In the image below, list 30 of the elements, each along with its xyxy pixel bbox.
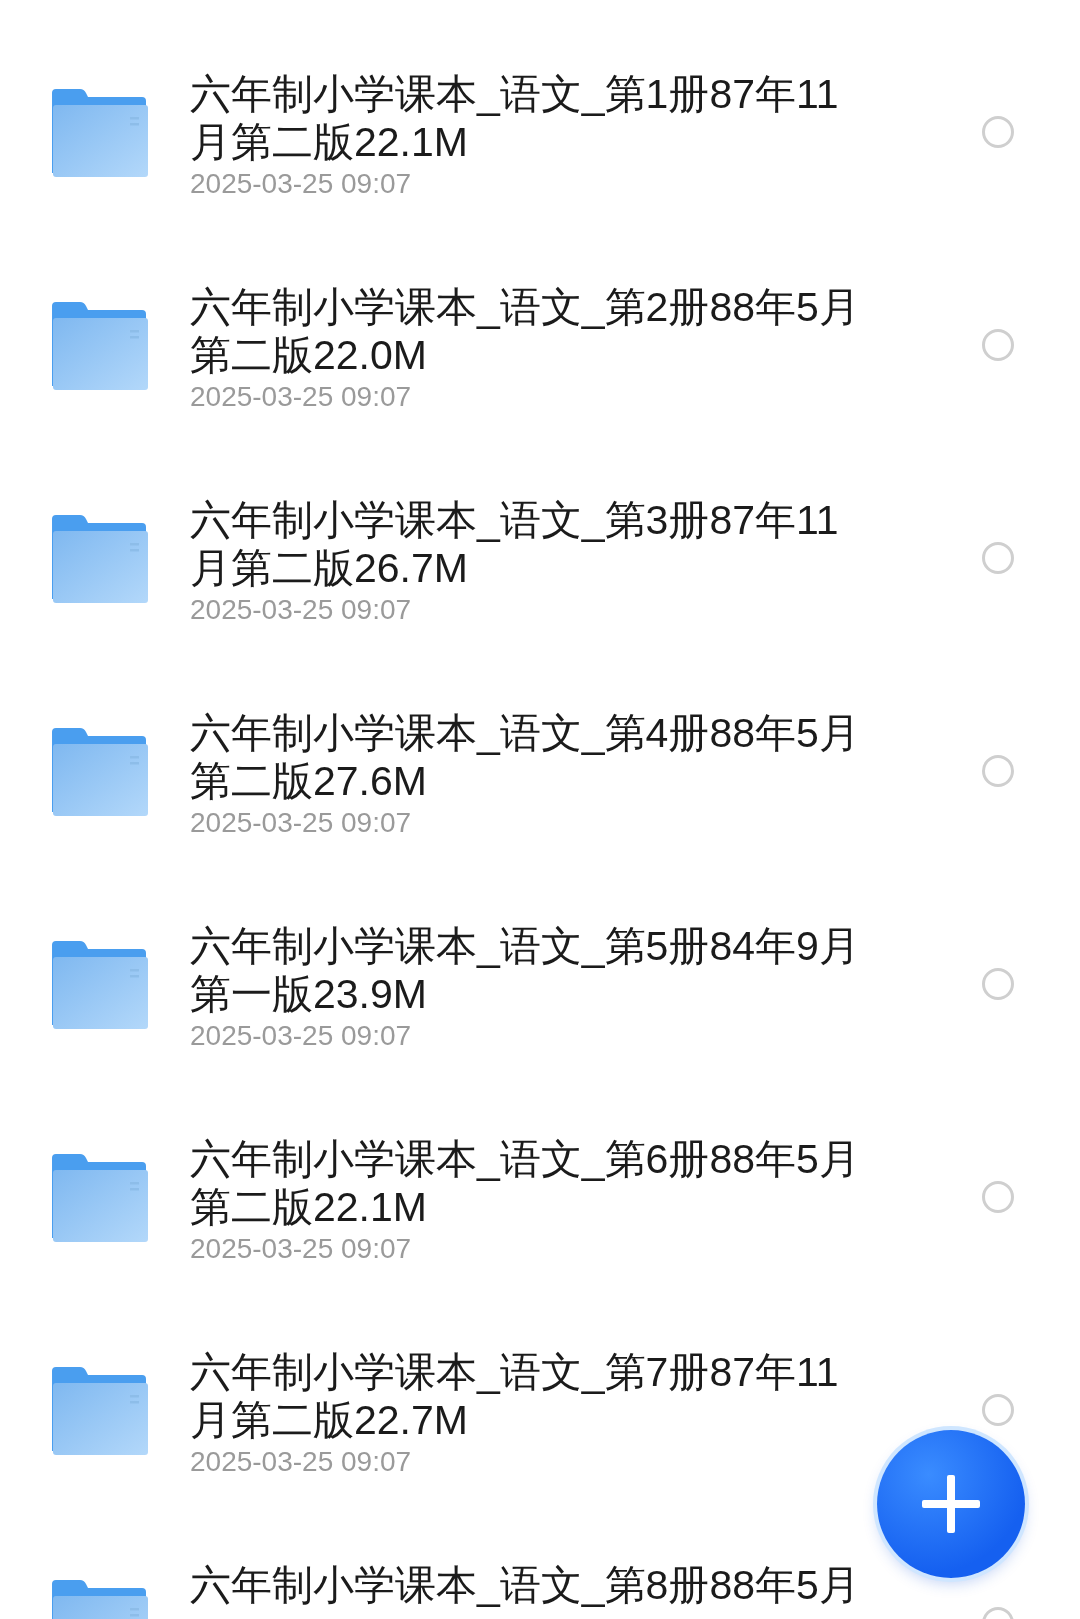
select-radio[interactable] xyxy=(982,329,1014,361)
file-name: 六年制小学课本_语文_第6册88年5月第二版22.1M xyxy=(190,1135,861,1231)
file-name: 六年制小学课本_语文_第3册87年11月第二版26.7M xyxy=(190,496,840,592)
folder-icon xyxy=(50,515,148,605)
select-radio[interactable] xyxy=(982,1181,1014,1213)
select-radio[interactable] xyxy=(982,755,1014,787)
folder-icon xyxy=(50,728,148,818)
select-radio[interactable] xyxy=(982,542,1014,574)
file-date: 2025-03-25 09:07 xyxy=(190,167,413,201)
file-date: 2025-03-25 09:07 xyxy=(190,593,413,627)
file-name: 六年制小学课本_语文_第1册87年11月第二版22.1M xyxy=(190,70,840,166)
file-name: 六年制小学课本_语文_第4册88年5月第二版27.6M xyxy=(190,709,861,805)
select-radio[interactable] xyxy=(982,1394,1014,1426)
file-name: 六年制小学课本_语文_第7册87年11月第二版22.7M xyxy=(190,1348,840,1444)
file-date: 2025-03-25 09:07 xyxy=(190,1232,413,1266)
folder-icon xyxy=(50,302,148,392)
folder-icon xyxy=(50,1154,148,1244)
file-name: 六年制小学课本_语文_第2册88年5月第二版22.0M xyxy=(190,283,861,379)
select-radio[interactable] xyxy=(982,968,1014,1000)
plus-icon xyxy=(922,1475,980,1533)
folder-icon xyxy=(50,941,148,1031)
select-radio[interactable] xyxy=(982,116,1014,148)
folder-icon xyxy=(50,89,148,179)
file-date: 2025-03-25 09:07 xyxy=(190,1445,413,1479)
file-date: 2025-03-25 09:07 xyxy=(190,1019,413,1053)
folder-icon xyxy=(50,1367,148,1457)
file-date: 2025-03-25 09:07 xyxy=(190,806,413,840)
file-name: 六年制小学课本_语文_第8册88年5月 xyxy=(190,1561,861,1609)
file-date: 2025-03-25 09:07 xyxy=(190,380,413,414)
file-name: 六年制小学课本_语文_第5册84年9月第一版23.9M xyxy=(190,922,861,1018)
